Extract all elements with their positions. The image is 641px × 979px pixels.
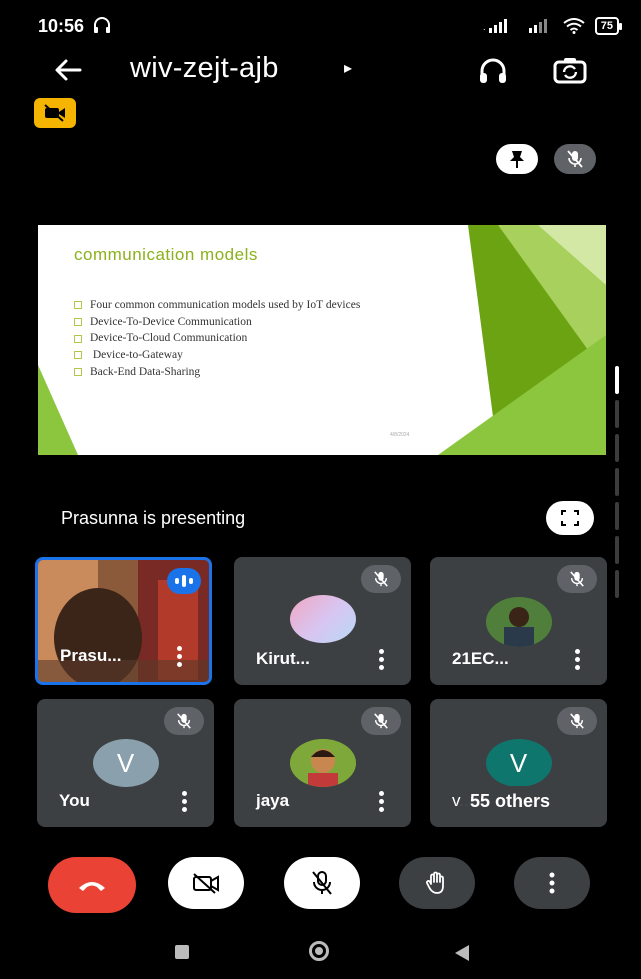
hand-icon xyxy=(426,871,444,894)
participant-name: Prasu... xyxy=(60,646,122,665)
participant-name: You xyxy=(59,791,90,810)
back-arrow-icon[interactable] xyxy=(50,52,86,88)
slide-bullet: Device-To-Cloud Communication xyxy=(74,330,360,347)
participant-name: Kirut... xyxy=(256,649,310,668)
meeting-code-title[interactable]: wiv-zejt-ajb xyxy=(130,52,279,85)
slide-bullet: Back-End Data-Sharing xyxy=(74,364,360,381)
slide-footer-date: 4/8/2024 xyxy=(390,432,410,438)
battery-indicator: 75 xyxy=(594,17,623,35)
headset-status-icon xyxy=(94,17,110,33)
slide-title: communication models xyxy=(74,245,258,264)
status-bar: 10:56 . 75 xyxy=(0,0,641,52)
status-time: 10:56 xyxy=(38,16,85,36)
avatar: V xyxy=(485,739,552,787)
speaking-indicator-icon xyxy=(167,568,201,594)
raise-hand-button[interactable] xyxy=(399,857,475,909)
headphones-icon[interactable] xyxy=(476,54,510,88)
pin-icon[interactable] xyxy=(496,144,538,174)
slide-bullet: Device-To-Device Communication xyxy=(74,314,360,331)
participant-tile-others[interactable]: V v... 55 others xyxy=(430,699,607,827)
participant-tile-jaya[interactable]: jaya xyxy=(234,699,411,827)
fullscreen-icon[interactable] xyxy=(546,501,594,535)
participant-tile-you[interactable]: V You xyxy=(37,699,214,827)
svg-text:.: . xyxy=(483,22,486,32)
home-nav-button[interactable] xyxy=(309,941,329,961)
end-call-button[interactable] xyxy=(48,857,136,913)
more-vert-icon[interactable] xyxy=(177,646,183,668)
grid-scrollbar[interactable] xyxy=(615,366,619,602)
switch-camera-icon[interactable] xyxy=(552,54,588,88)
avatar xyxy=(485,597,552,647)
presenting-label: Prasunna is presenting xyxy=(61,508,246,528)
microphone-toggle-button[interactable] xyxy=(284,857,360,909)
slide-bullet-list: Four common communication models used by… xyxy=(74,297,360,381)
mic-off-icon xyxy=(361,707,401,735)
avatar: V xyxy=(92,739,159,787)
camera-toggle-button[interactable] xyxy=(168,857,244,909)
back-nav-button[interactable] xyxy=(455,945,469,961)
others-count-pill[interactable]: 55 others xyxy=(460,786,561,817)
presenter-mic-off-icon xyxy=(554,144,596,174)
participant-tile-21ec[interactable]: 21EC... xyxy=(430,557,607,685)
more-vert-icon[interactable] xyxy=(379,649,385,671)
more-vert-icon xyxy=(549,872,555,894)
signal-icon: . xyxy=(483,19,507,33)
signal-2-icon xyxy=(528,19,547,33)
participant-name: 21EC... xyxy=(452,649,509,668)
mic-off-icon xyxy=(557,565,597,593)
video-off-badge-icon[interactable] xyxy=(34,98,76,128)
mic-off-icon xyxy=(164,707,204,735)
more-vert-icon[interactable] xyxy=(379,791,385,813)
avatar xyxy=(289,595,356,643)
status-indicators: . 75 xyxy=(483,17,623,35)
slide-bullet: Device-to-Gateway xyxy=(74,347,360,364)
participant-name: jaya xyxy=(256,791,290,810)
avatar xyxy=(289,739,356,787)
slide-bullet: Four common communication models used by… xyxy=(74,297,360,314)
meeting-info-caret-icon[interactable]: ▸ xyxy=(344,58,352,78)
more-vert-icon[interactable] xyxy=(575,649,581,671)
mic-off-icon xyxy=(361,565,401,593)
mic-off-icon xyxy=(312,871,332,895)
camera-off-icon xyxy=(193,873,219,894)
participant-tile-prasunna[interactable]: Prasu... xyxy=(35,557,212,685)
participant-tile-kirut[interactable]: Kirut... xyxy=(234,557,411,685)
more-vert-icon[interactable] xyxy=(182,791,188,813)
recents-nav-button[interactable] xyxy=(175,945,189,959)
wifi-icon xyxy=(563,18,585,34)
more-options-button[interactable] xyxy=(514,857,590,909)
mic-off-icon xyxy=(557,707,597,735)
phone-hangup-icon xyxy=(79,882,105,891)
